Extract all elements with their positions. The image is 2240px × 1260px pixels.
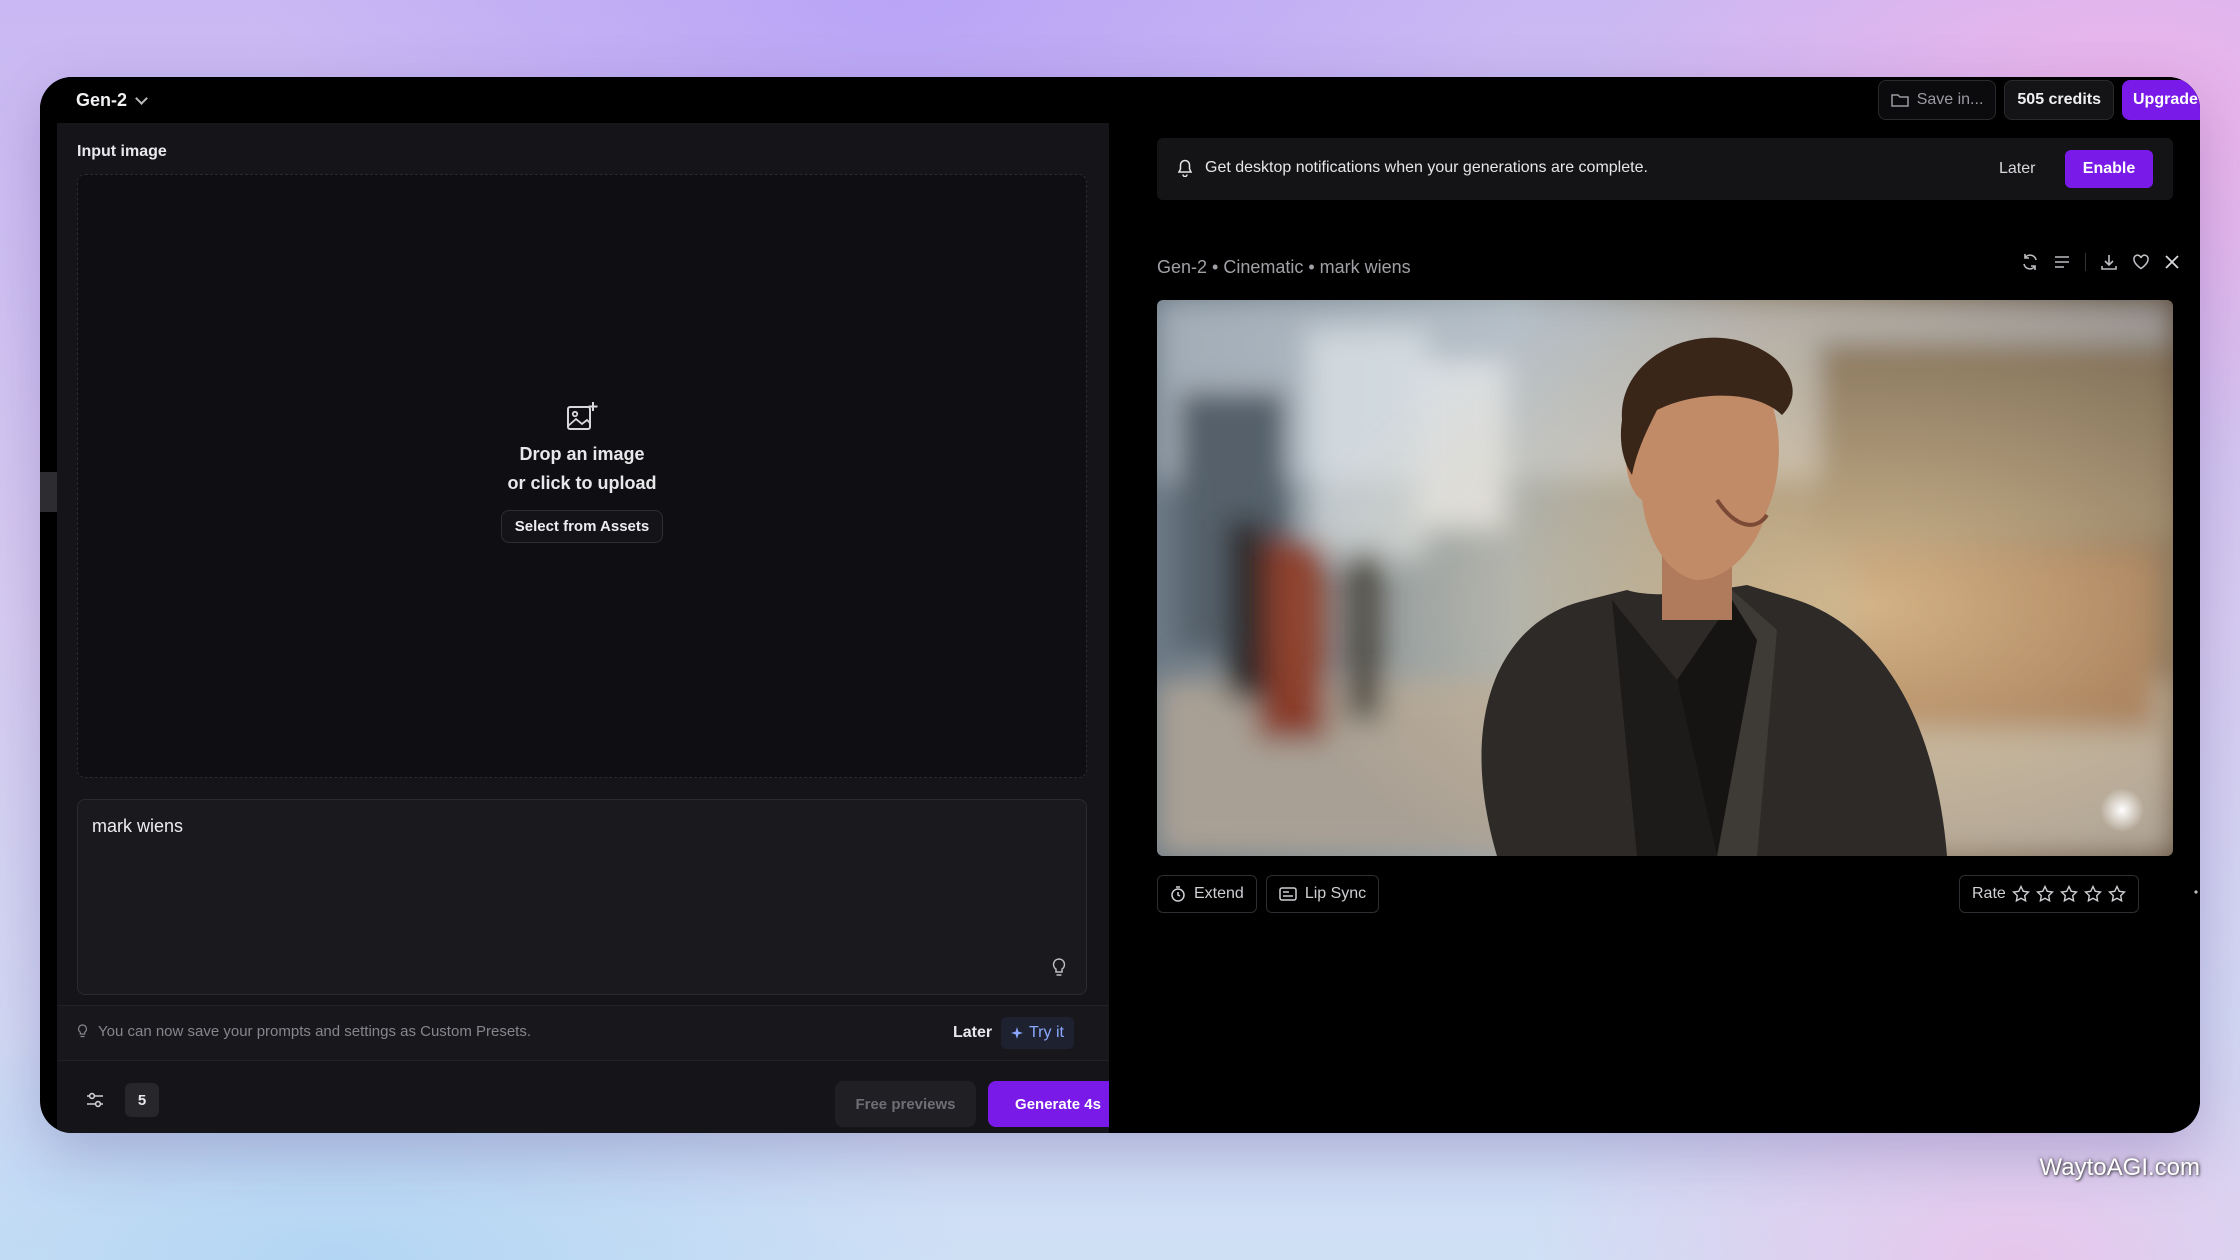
close-icon[interactable] (2164, 254, 2180, 270)
sparkle-icon (1011, 1027, 1023, 1039)
try-it-label: Try it (1029, 1024, 1064, 1041)
notification-text: Get desktop notifications when your gene… (1205, 159, 1648, 176)
more-icon[interactable] (2194, 889, 2200, 895)
select-from-assets-button[interactable]: Select from Assets (500, 510, 664, 543)
extend-label: Extend (1194, 885, 1244, 902)
lip-sync-button[interactable]: Lip Sync (1265, 875, 1380, 913)
notification-enable-button[interactable]: Enable (2065, 150, 2153, 188)
credits-badge[interactable]: 505 credits (2004, 80, 2114, 120)
download-icon[interactable] (2100, 253, 2118, 271)
folder-icon (1890, 94, 1909, 107)
rating-control: Rate (1959, 875, 2139, 913)
lip-sync-label: Lip Sync (1304, 885, 1367, 902)
prompt-input[interactable]: mark wiens (77, 799, 1087, 995)
generation-actions (2021, 253, 2180, 271)
upgrade-button[interactable]: Upgrade (2122, 80, 2200, 120)
add-image-icon (567, 402, 598, 430)
star-icon[interactable] (2011, 885, 2030, 903)
video-actions: Extend Lip Sync (1157, 875, 1380, 913)
left-panel: Input image Drop an image or click to up… (57, 123, 1128, 1133)
star-icon[interactable] (2083, 885, 2102, 903)
top-right-actions: Save in... 505 credits Upgrade (1877, 80, 2200, 120)
sliders-icon (87, 1092, 103, 1108)
list-icon[interactable] (2053, 253, 2071, 271)
lightbulb-icon[interactable] (1052, 958, 1066, 978)
bell-icon (1177, 159, 1193, 177)
generate-button[interactable]: Generate 4s (988, 1081, 1128, 1127)
star-icon[interactable] (2059, 885, 2078, 903)
free-previews-button[interactable]: Free previews (835, 1081, 976, 1127)
presets-later-button[interactable]: Later (945, 1017, 1000, 1049)
save-in-label: Save in... (1916, 91, 1984, 108)
lip-sync-icon (1279, 887, 1297, 901)
generation-meta: Gen-2 • Cinematic • mark wiens (1157, 257, 1411, 277)
presets-notice-bar: You can now save your prompts and settin… (57, 1005, 1109, 1061)
star-icon[interactable] (2107, 885, 2126, 903)
generate-bar: 5 Free previews Generate 4s (57, 1059, 1128, 1133)
save-in-button[interactable]: Save in... (1877, 80, 1997, 120)
extend-icon (1171, 886, 1185, 902)
input-image-label: Input image (77, 143, 167, 160)
presets-try-it-button[interactable]: Try it (1001, 1017, 1074, 1049)
divider (2085, 253, 2086, 271)
watermark: WaytoAGI.com (2039, 1154, 2200, 1181)
generated-video-preview[interactable] (1157, 300, 2173, 856)
lightbulb-icon (77, 1024, 88, 1038)
notification-later-button[interactable]: Later (1985, 150, 2049, 188)
image-dropzone[interactable]: Drop an image or click to upload Select … (77, 174, 1087, 778)
notification-message: Get desktop notifications when your gene… (1177, 159, 1648, 177)
extend-button[interactable]: Extend (1157, 875, 1257, 913)
app-window: Gen-2 Save in... 505 credits Upgrade Inp… (40, 77, 2200, 1133)
presets-notice: You can now save your prompts and settin… (77, 1023, 531, 1040)
presets-notice-text: You can now save your prompts and settin… (98, 1023, 532, 1040)
sidebar-handle[interactable] (40, 472, 57, 512)
credits-label: 505 credits (2017, 91, 2101, 108)
prompt-text[interactable]: mark wiens (92, 816, 183, 837)
settings-sliders-button[interactable] (77, 1083, 113, 1117)
rate-label: Rate (1972, 885, 2006, 902)
model-selector[interactable]: Gen-2 (76, 83, 148, 117)
right-panel: Get desktop notifications when your gene… (1109, 123, 2200, 1133)
drop-text-line1: Drop an image (519, 444, 645, 464)
generated-frame-image (1157, 300, 2173, 856)
notification-banner: Get desktop notifications when your gene… (1157, 138, 2173, 200)
heart-icon[interactable] (2132, 253, 2150, 271)
refresh-icon[interactable] (2021, 253, 2039, 271)
chevron-down-icon (135, 91, 148, 105)
top-bar: Gen-2 Save in... 505 credits Upgrade (40, 77, 2200, 123)
duration-button[interactable]: 5 (125, 1083, 159, 1117)
upgrade-label: Upgrade (2133, 91, 2198, 108)
star-icon[interactable] (2035, 885, 2054, 903)
drop-text-line2: or click to upload (507, 473, 657, 493)
prompt-value: mark wiens (92, 816, 184, 836)
model-label: Gen-2 (76, 89, 128, 110)
